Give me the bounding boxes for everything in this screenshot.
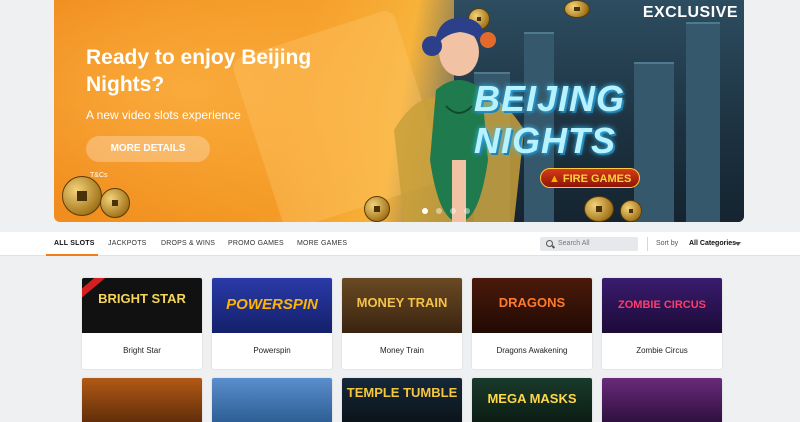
game-card-money-train[interactable]: MONEY TRAIN Money Train [342, 278, 462, 369]
game-card-powerspin[interactable]: POWERSPIN Powerspin [212, 278, 332, 369]
game-name[interactable]: Powerspin [212, 333, 332, 369]
tab-drops-and-wins[interactable]: DROPS & WINS [161, 232, 215, 256]
banner-subtitle: A new video slots experience [86, 108, 241, 122]
carousel-dot[interactable] [436, 208, 442, 214]
game-thumbnail[interactable]: MEGA MASKS [472, 378, 592, 422]
flame-icon: ▲ [549, 173, 560, 185]
coin-icon [100, 188, 130, 218]
sort-dropdown[interactable]: All Categories [689, 232, 736, 256]
game-card-bright-star[interactable]: BRIGHT STAR Bright Star [82, 278, 202, 369]
game-name[interactable]: Zombie Circus [602, 333, 722, 369]
search-placeholder: Search All [558, 240, 590, 247]
game-card-dragons-awakening[interactable]: DRAGONS Dragons Awakening [472, 278, 592, 369]
chevron-down-icon[interactable] [735, 242, 741, 246]
coin-icon [620, 200, 642, 222]
game-card[interactable] [212, 378, 332, 422]
active-tab-indicator [46, 254, 98, 256]
search-input[interactable]: Search All [540, 237, 638, 251]
coin-icon [564, 0, 590, 18]
coin-icon [62, 176, 102, 216]
game-thumbnail[interactable] [212, 378, 332, 422]
carousel-dot[interactable] [422, 208, 428, 214]
game-thumbnail[interactable]: TEMPLE TUMBLE [342, 378, 462, 422]
game-thumbnail[interactable]: MONEY TRAIN [342, 278, 462, 333]
tab-all-slots[interactable]: ALL SLOTS [54, 232, 95, 256]
hero-banner[interactable]: Ready to enjoy Beijing Nights? A new vid… [54, 0, 744, 222]
carousel-dot[interactable] [450, 208, 456, 214]
game-thumbnail[interactable]: DRAGONS [472, 278, 592, 333]
sort-label: Sort by [656, 240, 679, 247]
game-logo: POWERSPIN [226, 296, 318, 313]
game-logo: MONEY TRAIN [356, 295, 448, 310]
game-thumbnail[interactable]: POWERSPIN [212, 278, 332, 333]
game-logo: MEGA MASKS [487, 391, 577, 406]
game-logo: TEMPLE TUMBLE [346, 385, 458, 400]
game-name[interactable]: Bright Star [82, 333, 202, 369]
tab-jackpots[interactable]: JACKPOTS [108, 232, 147, 256]
divider [647, 237, 648, 251]
game-title-logo: BEIJING NIGHTS [474, 78, 626, 161]
terms-link[interactable]: T&Cs [90, 172, 108, 179]
game-thumbnail[interactable] [602, 378, 722, 422]
provider-logo: ▲ FIRE GAMES [540, 168, 641, 188]
game-thumbnail[interactable]: BRIGHT STAR [82, 278, 202, 333]
banner-headline: Ready to enjoy Beijing Nights? [86, 46, 312, 96]
game-card[interactable] [82, 378, 202, 422]
coin-icon [584, 196, 614, 222]
game-card-zombie-circus[interactable]: ZOMBIE CIRCUS Zombie Circus [602, 278, 722, 369]
game-name[interactable]: Dragons Awakening [472, 333, 592, 369]
provider-name: FIRE GAMES [562, 173, 632, 185]
game-logo: ZOMBIE CIRCUS [618, 299, 706, 311]
game-name[interactable]: Money Train [342, 333, 462, 369]
search-icon [546, 240, 553, 247]
game-thumbnail[interactable]: ZOMBIE CIRCUS [602, 278, 722, 333]
game-logo: BRIGHT STAR [98, 291, 186, 306]
exclusive-badge: EXCLUSIVE [642, 4, 738, 21]
category-nav: ALL SLOTS JACKPOTS DROPS & WINS PROMO GA… [0, 232, 800, 256]
tab-more-games[interactable]: MORE GAMES [297, 232, 347, 256]
game-logo: DRAGONS [498, 295, 566, 310]
game-card[interactable] [602, 378, 722, 422]
more-details-button[interactable]: MORE DETAILS [86, 136, 210, 162]
game-thumbnail[interactable] [82, 378, 202, 422]
game-card-temple-tumble[interactable]: TEMPLE TUMBLE [342, 378, 462, 422]
carousel-dot[interactable] [464, 208, 470, 214]
carousel-dots [422, 208, 470, 214]
tab-promo-games[interactable]: PROMO GAMES [228, 232, 284, 256]
game-card-mega-masks[interactable]: MEGA MASKS [472, 378, 592, 422]
